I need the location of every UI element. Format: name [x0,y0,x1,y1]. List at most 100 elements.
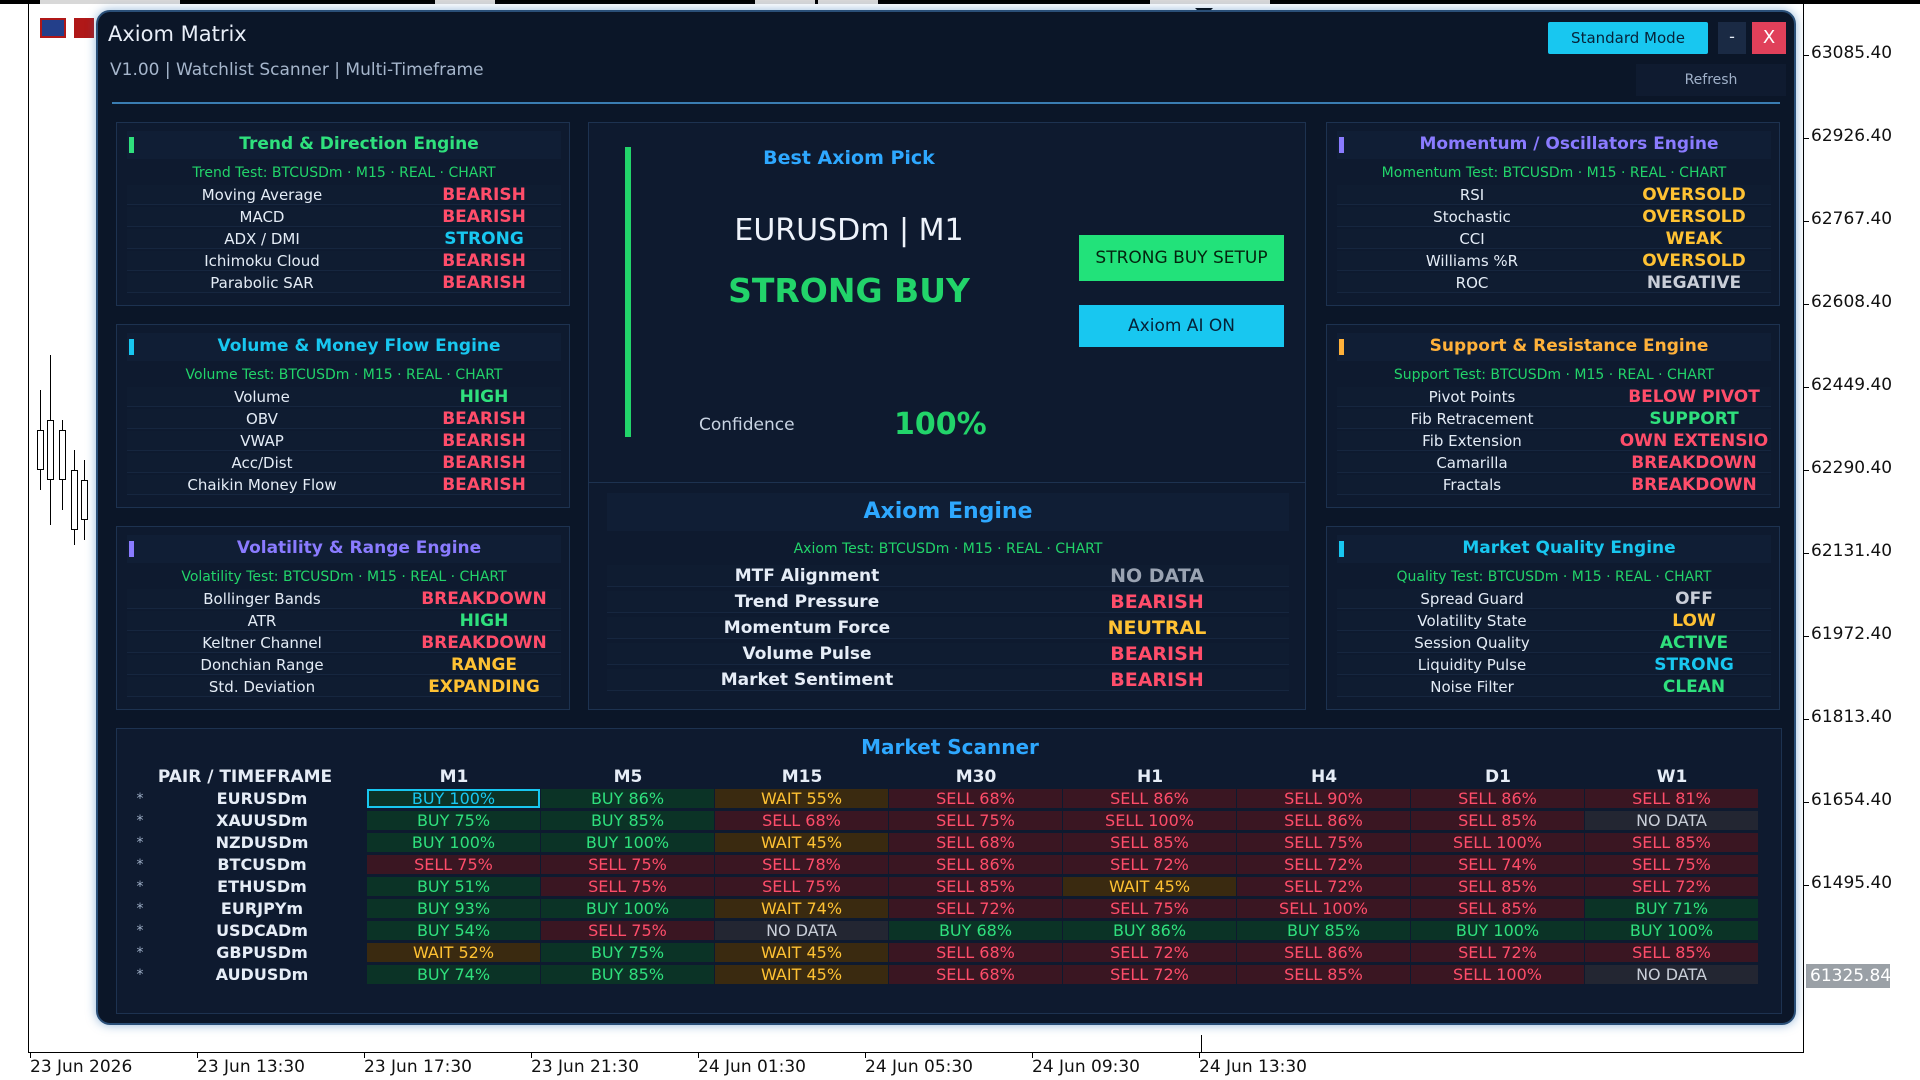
scanner-signal-cell[interactable]: BUY 74% [367,965,540,984]
scanner-signal-cell[interactable]: SELL 75% [541,855,714,874]
scanner-signal-cell[interactable]: SELL 68% [889,965,1062,984]
scanner-signal-cell[interactable]: BUY 68% [889,921,1062,940]
scanner-signal-cell[interactable]: SELL 86% [1237,811,1410,830]
scanner-pair-name[interactable]: USDCADm [157,921,367,941]
scanner-signal-cell[interactable]: SELL 85% [1585,943,1758,962]
chart-menu-icon[interactable] [40,18,66,38]
scanner-signal-cell[interactable]: SELL 85% [1063,833,1236,852]
favorite-star-icon[interactable]: * [123,877,157,897]
scanner-pair-name[interactable]: EURJPYm [157,899,367,919]
scanner-signal-cell[interactable]: SELL 86% [1237,943,1410,962]
scanner-signal-cell[interactable]: SELL 68% [889,789,1062,808]
scanner-signal-cell[interactable]: SELL 75% [541,921,714,940]
scanner-row[interactable]: * XAUUSDm BUY 75% BUY 85% SELL 68% SELL 75% SE… [123,811,1759,831]
axiom-matrix-panel[interactable]: Axiom Matrix V1.00 | Watchlist Scanner |… [96,10,1796,1025]
scanner-signal-cell[interactable]: SELL 100% [1411,833,1584,852]
scanner-row[interactable]: * NZDUSDm BUY 100% BUY 100% WAIT 45% SELL 68%… [123,833,1759,853]
scanner-pair-name[interactable]: NZDUSDm [157,833,367,853]
scanner-signal-cell[interactable]: NO DATA [1585,965,1758,984]
scanner-signal-cell[interactable]: SELL 86% [1063,789,1236,808]
scanner-signal-cell[interactable]: SELL 86% [889,855,1062,874]
favorite-star-icon[interactable]: * [123,943,157,963]
favorite-star-icon[interactable]: * [123,921,157,941]
scanner-signal-cell[interactable]: SELL 86% [1411,789,1584,808]
scanner-signal-cell[interactable]: SELL 85% [1411,811,1584,830]
scanner-signal-cell[interactable]: SELL 72% [1585,877,1758,896]
favorite-star-icon[interactable]: * [123,833,157,853]
scanner-signal-cell[interactable]: SELL 90% [1237,789,1410,808]
scanner-signal-cell[interactable]: SELL 85% [1237,965,1410,984]
scanner-signal-cell[interactable]: SELL 72% [1237,855,1410,874]
standard-mode-button[interactable]: Standard Mode [1548,22,1708,54]
scanner-signal-cell[interactable]: SELL 85% [889,877,1062,896]
scanner-signal-cell[interactable]: BUY 100% [1411,921,1584,940]
scanner-signal-cell[interactable]: NO DATA [1585,811,1758,830]
scanner-signal-cell[interactable]: SELL 75% [1585,855,1758,874]
scanner-signal-cell[interactable]: SELL 85% [1411,899,1584,918]
scanner-signal-cell[interactable]: SELL 68% [715,811,888,830]
scanner-signal-cell[interactable]: BUY 86% [1063,921,1236,940]
scanner-signal-cell[interactable]: WAIT 52% [367,943,540,962]
scanner-signal-cell[interactable]: SELL 75% [367,855,540,874]
scanner-signal-cell[interactable]: BUY 71% [1585,899,1758,918]
close-button[interactable]: X [1752,22,1786,54]
favorite-star-icon[interactable]: * [123,789,157,809]
scanner-signal-cell[interactable]: BUY 100% [541,899,714,918]
scanner-signal-cell[interactable]: SELL 68% [889,833,1062,852]
favorite-star-icon[interactable]: * [123,899,157,919]
scanner-signal-cell[interactable]: WAIT 45% [715,833,888,852]
scanner-signal-cell[interactable]: SELL 72% [1063,855,1236,874]
scanner-signal-cell[interactable]: SELL 75% [541,877,714,896]
scanner-pair-name[interactable]: AUDUSDm [157,965,367,985]
scanner-signal-cell[interactable]: SELL 72% [1237,877,1410,896]
minimize-button[interactable]: - [1718,22,1746,54]
scanner-signal-cell[interactable]: SELL 72% [1063,943,1236,962]
scanner-signal-cell[interactable]: BUY 100% [367,789,540,808]
scanner-signal-cell[interactable]: SELL 72% [889,899,1062,918]
axiom-ai-button[interactable]: Axiom AI ON [1079,305,1284,347]
scanner-signal-cell[interactable]: WAIT 45% [1063,877,1236,896]
scanner-signal-cell[interactable]: SELL 68% [889,943,1062,962]
scanner-signal-cell[interactable]: SELL 72% [1063,965,1236,984]
scanner-signal-cell[interactable]: SELL 75% [1237,833,1410,852]
scanner-signal-cell[interactable]: NO DATA [715,921,888,940]
scanner-row[interactable]: * GBPUSDm WAIT 52% BUY 75% WAIT 45% SELL 68% S… [123,943,1759,963]
scanner-signal-cell[interactable]: BUY 54% [367,921,540,940]
scanner-signal-cell[interactable]: SELL 78% [715,855,888,874]
scanner-signal-cell[interactable]: SELL 85% [1585,833,1758,852]
favorite-star-icon[interactable]: * [123,855,157,875]
scanner-row[interactable]: * EURUSDm BUY 100% BUY 86% WAIT 55% SELL 68% S… [123,789,1759,809]
scanner-signal-cell[interactable]: BUY 85% [541,965,714,984]
scanner-row[interactable]: * AUDUSDm BUY 74% BUY 85% WAIT 45% SELL 68% SE… [123,965,1759,985]
scanner-signal-cell[interactable]: BUY 100% [1585,921,1758,940]
scanner-signal-cell[interactable]: BUY 85% [541,811,714,830]
chart-shortcut-icon[interactable] [74,18,94,38]
scanner-signal-cell[interactable]: SELL 74% [1411,855,1584,874]
scanner-pair-name[interactable]: BTCUSDm [157,855,367,875]
scanner-signal-cell[interactable]: SELL 100% [1237,899,1410,918]
scanner-signal-cell[interactable]: SELL 100% [1063,811,1236,830]
scanner-signal-cell[interactable]: BUY 93% [367,899,540,918]
scanner-signal-cell[interactable]: BUY 85% [1237,921,1410,940]
scanner-signal-cell[interactable]: BUY 51% [367,877,540,896]
scanner-row[interactable]: * ETHUSDm BUY 51% SELL 75% SELL 75% SELL 85% W… [123,877,1759,897]
scanner-row[interactable]: * BTCUSDm SELL 75% SELL 75% SELL 78% SELL 86%… [123,855,1759,875]
scanner-row[interactable]: * EURJPYm BUY 93% BUY 100% WAIT 74% SELL 72% S… [123,899,1759,919]
scanner-signal-cell[interactable]: SELL 81% [1585,789,1758,808]
scanner-signal-cell[interactable]: SELL 85% [1411,877,1584,896]
strong-buy-setup-button[interactable]: STRONG BUY SETUP [1079,235,1284,281]
refresh-button[interactable]: Refresh [1636,64,1786,96]
scanner-signal-cell[interactable]: WAIT 45% [715,965,888,984]
scanner-signal-cell[interactable]: BUY 75% [541,943,714,962]
favorite-star-icon[interactable]: * [123,811,157,831]
scanner-signal-cell[interactable]: WAIT 45% [715,943,888,962]
scanner-signal-cell[interactable]: SELL 75% [715,877,888,896]
scanner-signal-cell[interactable]: WAIT 74% [715,899,888,918]
scanner-signal-cell[interactable]: BUY 100% [367,833,540,852]
scanner-row[interactable]: * USDCADm BUY 54% SELL 75% NO DATA BUY 68% BUY… [123,921,1759,941]
scanner-signal-cell[interactable]: BUY 75% [367,811,540,830]
favorite-star-icon[interactable]: * [123,965,157,985]
scanner-signal-cell[interactable]: SELL 100% [1411,965,1584,984]
scanner-signal-cell[interactable]: SELL 75% [889,811,1062,830]
scanner-signal-cell[interactable]: BUY 86% [541,789,714,808]
